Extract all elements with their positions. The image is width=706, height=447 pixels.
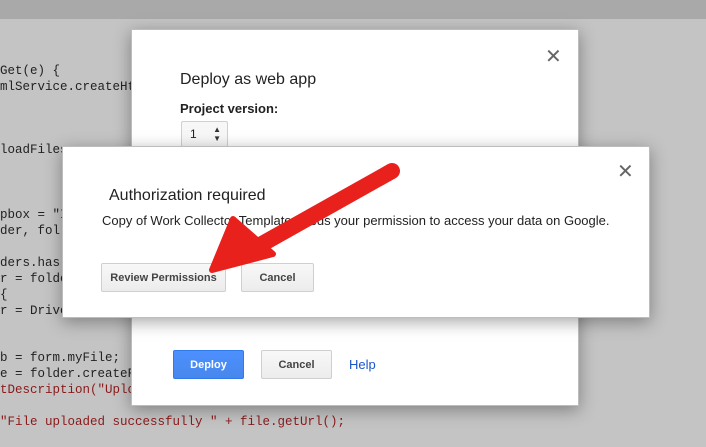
red-arrow-icon <box>209 163 400 273</box>
